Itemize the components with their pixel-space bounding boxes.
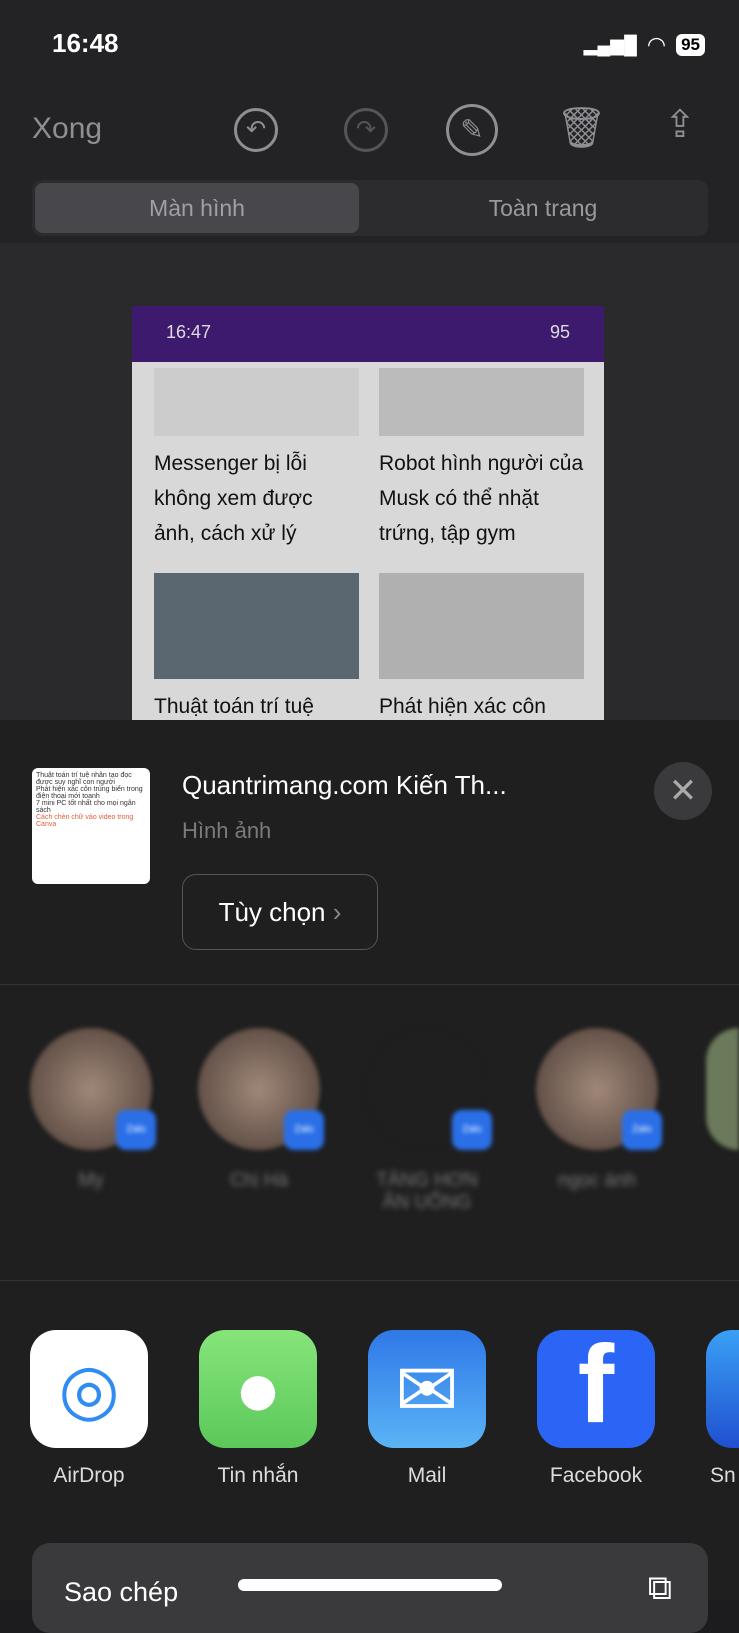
screenshot-preview[interactable]: 16:47 95 Messenger bị lỗi không xem được … [132,306,604,720]
thumb-text: Phát hiện xác côn trùng biển trong điện … [36,786,143,800]
wifi-icon: ◠ [646,32,667,57]
contact-item[interactable]: Zalo My [30,1028,156,1192]
thumb-text: Cách chèn chữ vào video trong Canva [36,814,134,828]
share-title: Quantrimang.com Kiến Th... [182,770,507,800]
app-icon [706,1330,739,1448]
redo-icon[interactable]: ↷ [344,108,388,152]
article-title: Robot hình người của Musk có thể nhặt tr… [379,452,584,545]
preview-battery: 95 [549,322,570,342]
home-indicator [238,1579,502,1591]
action-label: Sao chép [64,1577,179,1607]
undo-icon[interactable]: ↶ [234,108,278,152]
contact-name: ngọc ánh [557,1170,637,1191]
preview-status-bar: 16:47 95 [132,306,604,362]
tab-screen[interactable]: Màn hình [35,183,359,233]
status-icons: ▂▄▆█ ◠ 95 [584,32,705,58]
article-card: Phát hiện xác côn [379,573,584,720]
app-label: Sn [710,1464,736,1487]
app-label: Tin nhắn [217,1464,299,1487]
close-button[interactable]: ✕ [654,762,712,820]
contact-item[interactable] [706,1028,739,1150]
chevron-right-icon: › [332,897,342,927]
app-label: Mail [407,1464,447,1487]
options-button[interactable]: Tùy chọn › [182,874,378,950]
share-icon[interactable]: ⇪ [664,102,696,147]
done-button[interactable]: Xong [32,112,102,146]
markup-pen-icon[interactable]: ✎ [446,104,498,156]
share-thumbnail: Thuật toán trí tuệ nhân tạo đọc được suy… [32,768,150,884]
contact-name: Chị Hà [229,1170,289,1191]
article-card: Thuật toán trí tuệ [154,573,359,720]
signal-icon: ▂▄▆█ [583,34,637,55]
segmented-control: Màn hình Toàn trang [32,180,708,236]
app-label: Facebook [549,1464,643,1487]
contact-avatar [706,1028,739,1150]
article-title: Phát hiện xác côn [379,695,546,718]
article-title: Thuật toán trí tuệ [154,695,314,718]
mail-icon: ✉ [368,1330,486,1448]
article-title: Messenger bị lỗi không xem được ảnh, các… [154,452,313,545]
app-messages[interactable]: ● Tin nhắn [199,1330,317,1488]
app-mail[interactable]: ✉ Mail [368,1330,486,1488]
messages-icon: ● [199,1330,317,1448]
close-icon: ✕ [668,772,698,810]
contact-item[interactable]: Zalo Chị Hà [198,1028,324,1192]
article-card: Messenger bị lỗi không xem được ảnh, các… [154,368,359,551]
app-more[interactable]: Sn [706,1330,739,1488]
battery-icon: 95 [676,34,705,56]
tab-full-page[interactable]: Toàn trang [381,183,705,233]
thumb-text: 7 mini PC tốt nhất cho mọi ngân sách [36,800,136,814]
copy-icon: ⧉ [647,1569,672,1607]
app-facebook[interactable]: f Facebook [537,1330,655,1488]
share-subtitle: Hình ảnh [182,818,272,843]
preview-time: 16:47 [166,322,212,342]
zalo-badge: Zalo [622,1110,662,1150]
contact-item[interactable]: Zalo TĂNG HƠN ĂN UỐNG [366,1028,492,1214]
article-card: Robot hình người của Musk có thể nhặt tr… [379,368,584,551]
trash-icon[interactable]: 🗑 [556,104,607,151]
contact-name: TĂNG HƠN ĂN UỐNG [376,1170,478,1213]
zalo-badge: Zalo [116,1110,156,1150]
thumb-text: Thuật toán trí tuệ nhân tạo đọc được suy… [36,772,132,786]
contact-item[interactable]: Zalo ngọc ánh [536,1028,662,1192]
options-label: Tùy chọn [218,897,326,927]
zalo-badge: Zalo [452,1110,492,1150]
app-airdrop[interactable]: ◎ AirDrop [30,1330,148,1488]
airdrop-icon: ◎ [30,1330,148,1448]
app-label: AirDrop [53,1464,125,1487]
status-time: 16:48 [52,28,119,58]
zalo-badge: Zalo [284,1110,324,1150]
contact-name: My [78,1170,104,1191]
divider [0,984,739,985]
facebook-icon: f [537,1330,655,1448]
divider [0,1280,739,1281]
